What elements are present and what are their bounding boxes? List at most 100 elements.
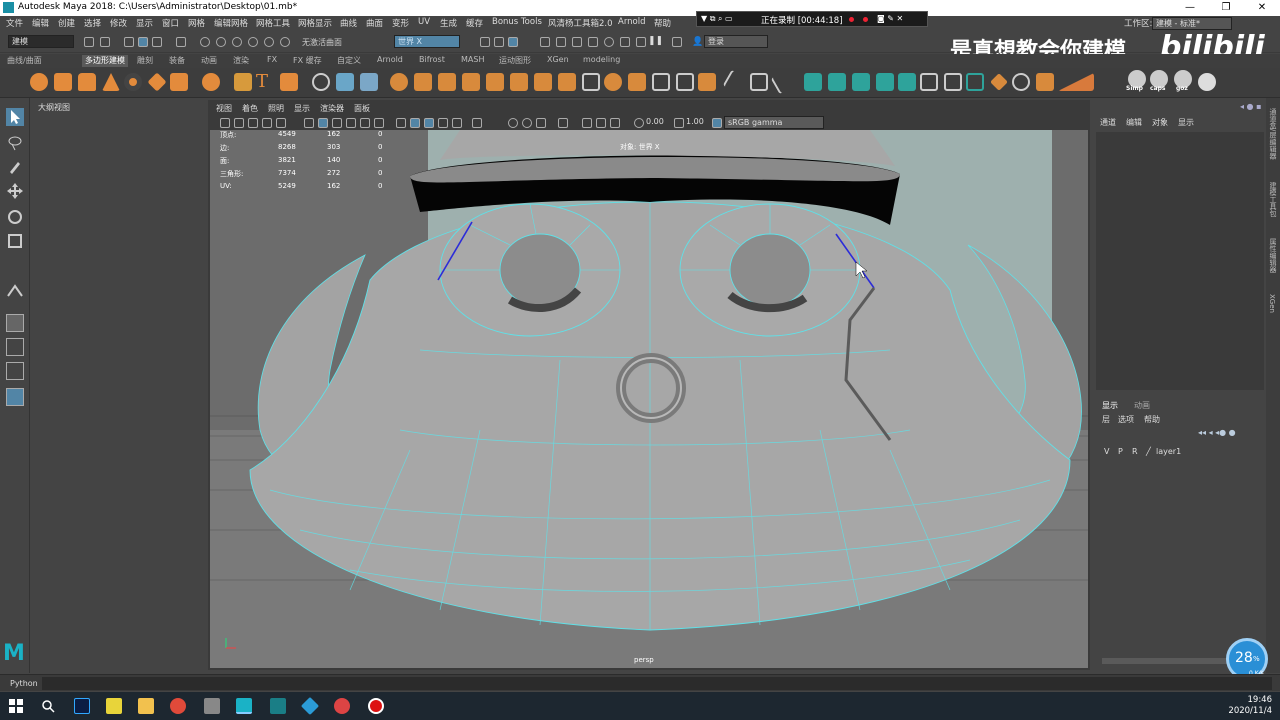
wedge-icon[interactable] (628, 73, 646, 91)
diamond-app-icon[interactable] (300, 696, 320, 716)
menu-cache[interactable]: 缓存 (466, 17, 483, 29)
side-tab-xgen[interactable]: XGen (1268, 294, 1276, 313)
notepad-icon[interactable] (106, 698, 122, 714)
snap-view-icon[interactable] (248, 37, 258, 47)
tab-modeling[interactable]: modeling (580, 55, 623, 67)
ipr-icon[interactable] (572, 37, 582, 47)
offset-edge-loop-icon[interactable] (750, 73, 768, 91)
tab-rendering[interactable]: 渲染 (230, 55, 252, 67)
snap-grid-icon[interactable] (200, 37, 210, 47)
motion-blur-icon[interactable] (522, 118, 532, 128)
gate-mask-icon[interactable] (332, 118, 342, 128)
platonic-solid-icon[interactable] (202, 73, 220, 91)
tab-mash[interactable]: MASH (458, 55, 487, 67)
hypershade-icon[interactable] (604, 37, 614, 47)
unfold-icon[interactable] (920, 73, 938, 91)
layer-color-icon[interactable]: ╱ (1146, 447, 1151, 456)
panel-options-icon[interactable]: ◂ ● ▪ (1240, 102, 1262, 111)
auto-map-icon[interactable] (898, 73, 916, 91)
layer-visibility[interactable]: V (1104, 447, 1109, 456)
textured-icon[interactable] (438, 118, 448, 128)
tab-layer-anim[interactable]: 动画 (1134, 400, 1150, 411)
windows-start-icon[interactable] (8, 698, 24, 714)
login-select[interactable]: 登录 (704, 35, 768, 48)
stop-icon[interactable] (863, 17, 868, 22)
arnold-render-icon[interactable] (636, 37, 646, 47)
sidebar-toggle-icon[interactable] (672, 37, 682, 47)
wireframe-on-shaded-icon[interactable] (424, 118, 434, 128)
mode-select[interactable]: 建模 (8, 35, 74, 48)
paint-select-icon[interactable] (6, 158, 24, 176)
undo-icon[interactable] (176, 37, 186, 47)
menu-uv[interactable]: UV (418, 17, 430, 27)
scale-tool-icon[interactable] (6, 232, 24, 250)
poly-sphere-icon[interactable] (30, 73, 48, 91)
outliner-layout-icon[interactable] (6, 388, 24, 406)
side-tab-modeling-toolkit[interactable]: 建模工具包 (1268, 182, 1278, 217)
side-by-side-icon[interactable] (6, 362, 24, 380)
rotate-tool-icon[interactable] (6, 208, 24, 226)
smooth-shade-icon[interactable] (410, 118, 420, 128)
menu-help[interactable]: 帮助 (654, 17, 671, 29)
append-polygon-icon[interactable] (582, 73, 600, 91)
snap-point-icon[interactable] (232, 37, 242, 47)
menu-window[interactable]: 窗口 (162, 17, 179, 29)
shadows-icon[interactable] (472, 118, 482, 128)
insert-edge-loop-icon[interactable] (722, 69, 748, 95)
layer-render[interactable]: R (1132, 447, 1138, 456)
menu-curves[interactable]: 曲线 (340, 17, 357, 29)
snap-curve-icon[interactable] (216, 37, 226, 47)
lasso-tool-icon[interactable] (6, 134, 24, 152)
poke-icon[interactable] (604, 73, 622, 91)
vp-menu-lighting[interactable]: 照明 (268, 103, 284, 114)
poly-disc-icon[interactable] (170, 73, 188, 91)
snap-live-icon[interactable] (280, 37, 290, 47)
layer-menu-layers[interactable]: 层 (1102, 414, 1110, 425)
side-tab-attribute-editor[interactable]: 属性编辑器 (1268, 238, 1278, 273)
grease-pencil-icon[interactable] (262, 118, 272, 128)
camera-attr-icon[interactable] (220, 118, 230, 128)
recorder-icon[interactable] (368, 698, 384, 714)
layout-icon[interactable] (944, 73, 962, 91)
close-button[interactable]: ✕ (1244, 0, 1280, 16)
extrude-icon[interactable] (438, 73, 456, 91)
tab-edit[interactable]: 编辑 (1126, 117, 1142, 128)
menu-toolbox[interactable]: 风清杨工具箱2.0 (548, 17, 613, 29)
menu-edit-mesh[interactable]: 编辑网格 (214, 17, 248, 29)
single-view-icon[interactable] (6, 314, 24, 332)
tab-motion-graphics[interactable]: 运动图形 (496, 55, 534, 67)
ramp-icon[interactable] (1058, 73, 1094, 91)
layer-name[interactable]: layer1 (1156, 447, 1181, 456)
spherical-map-icon[interactable] (876, 73, 894, 91)
render-frame-icon[interactable] (540, 37, 550, 47)
move-tool-icon[interactable] (6, 182, 24, 200)
tab-layer-display[interactable]: 显示 (1102, 400, 1118, 411)
isolate-select-icon[interactable] (582, 118, 592, 128)
menu-generate[interactable]: 生成 (440, 17, 457, 29)
tab-arnold[interactable]: Arnold (374, 55, 406, 67)
tab-sculpting[interactable]: 雕刻 (134, 55, 156, 67)
menu-edit[interactable]: 编辑 (32, 17, 49, 29)
tab-bifrost[interactable]: Bifrost (416, 55, 448, 67)
grid-toggle-icon[interactable] (276, 118, 286, 128)
menu-mesh-display[interactable]: 网格显示 (298, 17, 332, 29)
wireframe-icon[interactable] (396, 118, 406, 128)
type-tool-icon[interactable]: T (256, 71, 268, 92)
minimize-button[interactable]: — (1172, 0, 1208, 16)
lights-icon[interactable] (452, 118, 462, 128)
fill-hole-icon[interactable] (534, 73, 552, 91)
light-editor-icon[interactable] (620, 37, 630, 47)
merge-icon[interactable] (558, 73, 576, 91)
model-view[interactable] (210, 130, 1088, 668)
super-shape-icon[interactable] (234, 73, 252, 91)
bridge-icon[interactable] (462, 73, 480, 91)
snap-surface-icon[interactable] (264, 37, 274, 47)
menu-surfaces[interactable]: 曲面 (366, 17, 383, 29)
tab-animation[interactable]: 动画 (198, 55, 220, 67)
python-input[interactable] (42, 677, 1272, 690)
layer-menu-options[interactable]: 选项 (1118, 414, 1134, 425)
system-clock[interactable]: 19:46 2020/11/4 (1228, 695, 1272, 717)
side-tab-channel-box[interactable]: 通道盒/层编辑器 (1268, 108, 1278, 159)
four-view-icon[interactable] (6, 338, 24, 356)
layer-row[interactable]: V P R ╱ layer1 (1094, 446, 1266, 460)
